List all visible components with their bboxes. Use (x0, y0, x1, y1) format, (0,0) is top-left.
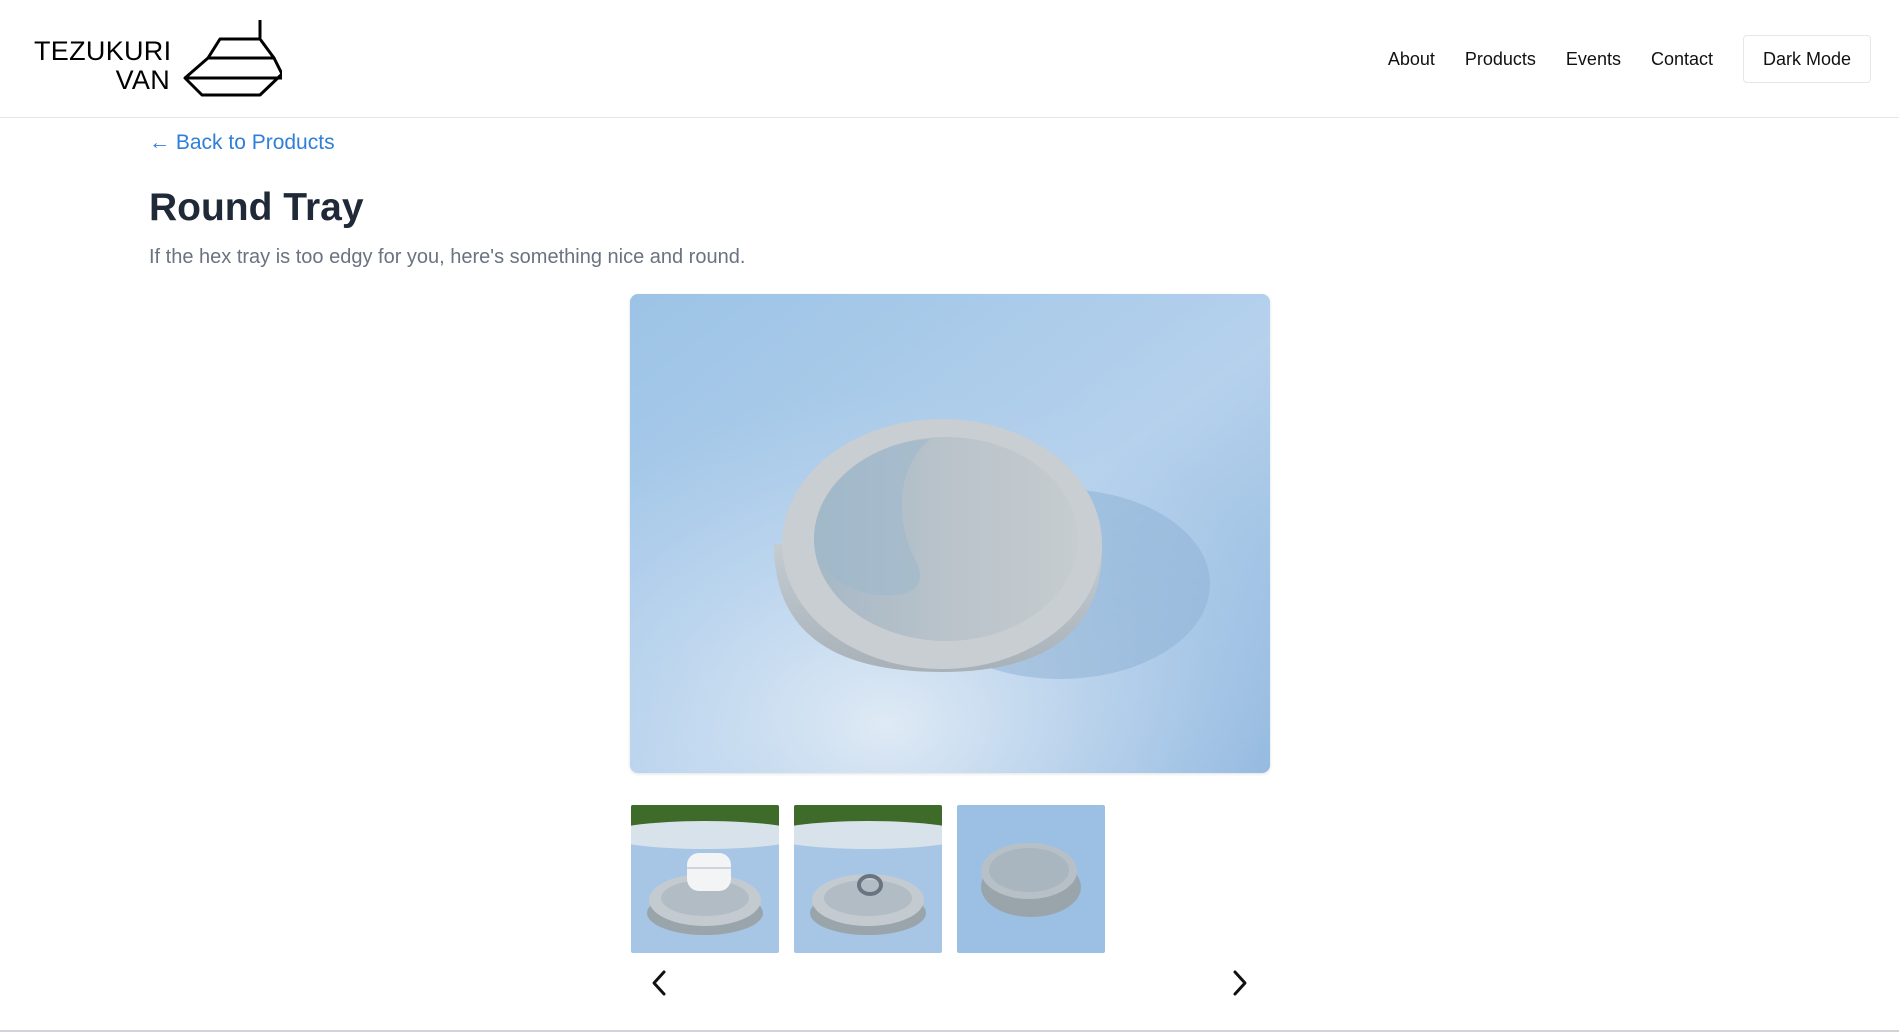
main-nav: About Products Events Contact Dark Mode (1358, 35, 1871, 83)
lamp-icon (183, 20, 282, 97)
thumbnail-earbuds[interactable] (631, 805, 779, 953)
main-product-image[interactable] (630, 294, 1270, 773)
thumbnail-empty-tray[interactable] (957, 805, 1105, 953)
round-tray-photo (630, 294, 1270, 773)
nav-contact[interactable]: Contact (1651, 49, 1713, 70)
chevron-right-icon (1233, 970, 1247, 996)
chevron-left-icon (652, 970, 666, 996)
thumbnail-image (631, 805, 779, 953)
prev-image-button[interactable] (644, 968, 674, 998)
back-to-products-link[interactable]: ← Back to Products (149, 131, 335, 155)
product-description: If the hex tray is too edgy for you, her… (149, 246, 746, 268)
dark-mode-button[interactable]: Dark Mode (1743, 35, 1871, 83)
nav-products[interactable]: Products (1465, 49, 1536, 70)
next-image-button[interactable] (1225, 968, 1255, 998)
logo-line-2: VAN (115, 65, 170, 95)
nav-about[interactable]: About (1388, 49, 1435, 70)
thumbnail-ring[interactable] (794, 805, 942, 953)
page-title: Round Tray (149, 186, 364, 229)
thumbnail-strip (631, 805, 1120, 953)
nav-events[interactable]: Events (1566, 49, 1621, 70)
logo[interactable]: TEZUKURI VAN (34, 20, 284, 100)
logo-line-1: TEZUKURI (34, 36, 172, 66)
site-header: TEZUKURI VAN About Products Events Conta… (0, 0, 1899, 118)
thumbnail-image (794, 805, 942, 953)
thumbnail-image (957, 805, 1105, 953)
logo-text: TEZUKURI VAN (34, 36, 172, 95)
